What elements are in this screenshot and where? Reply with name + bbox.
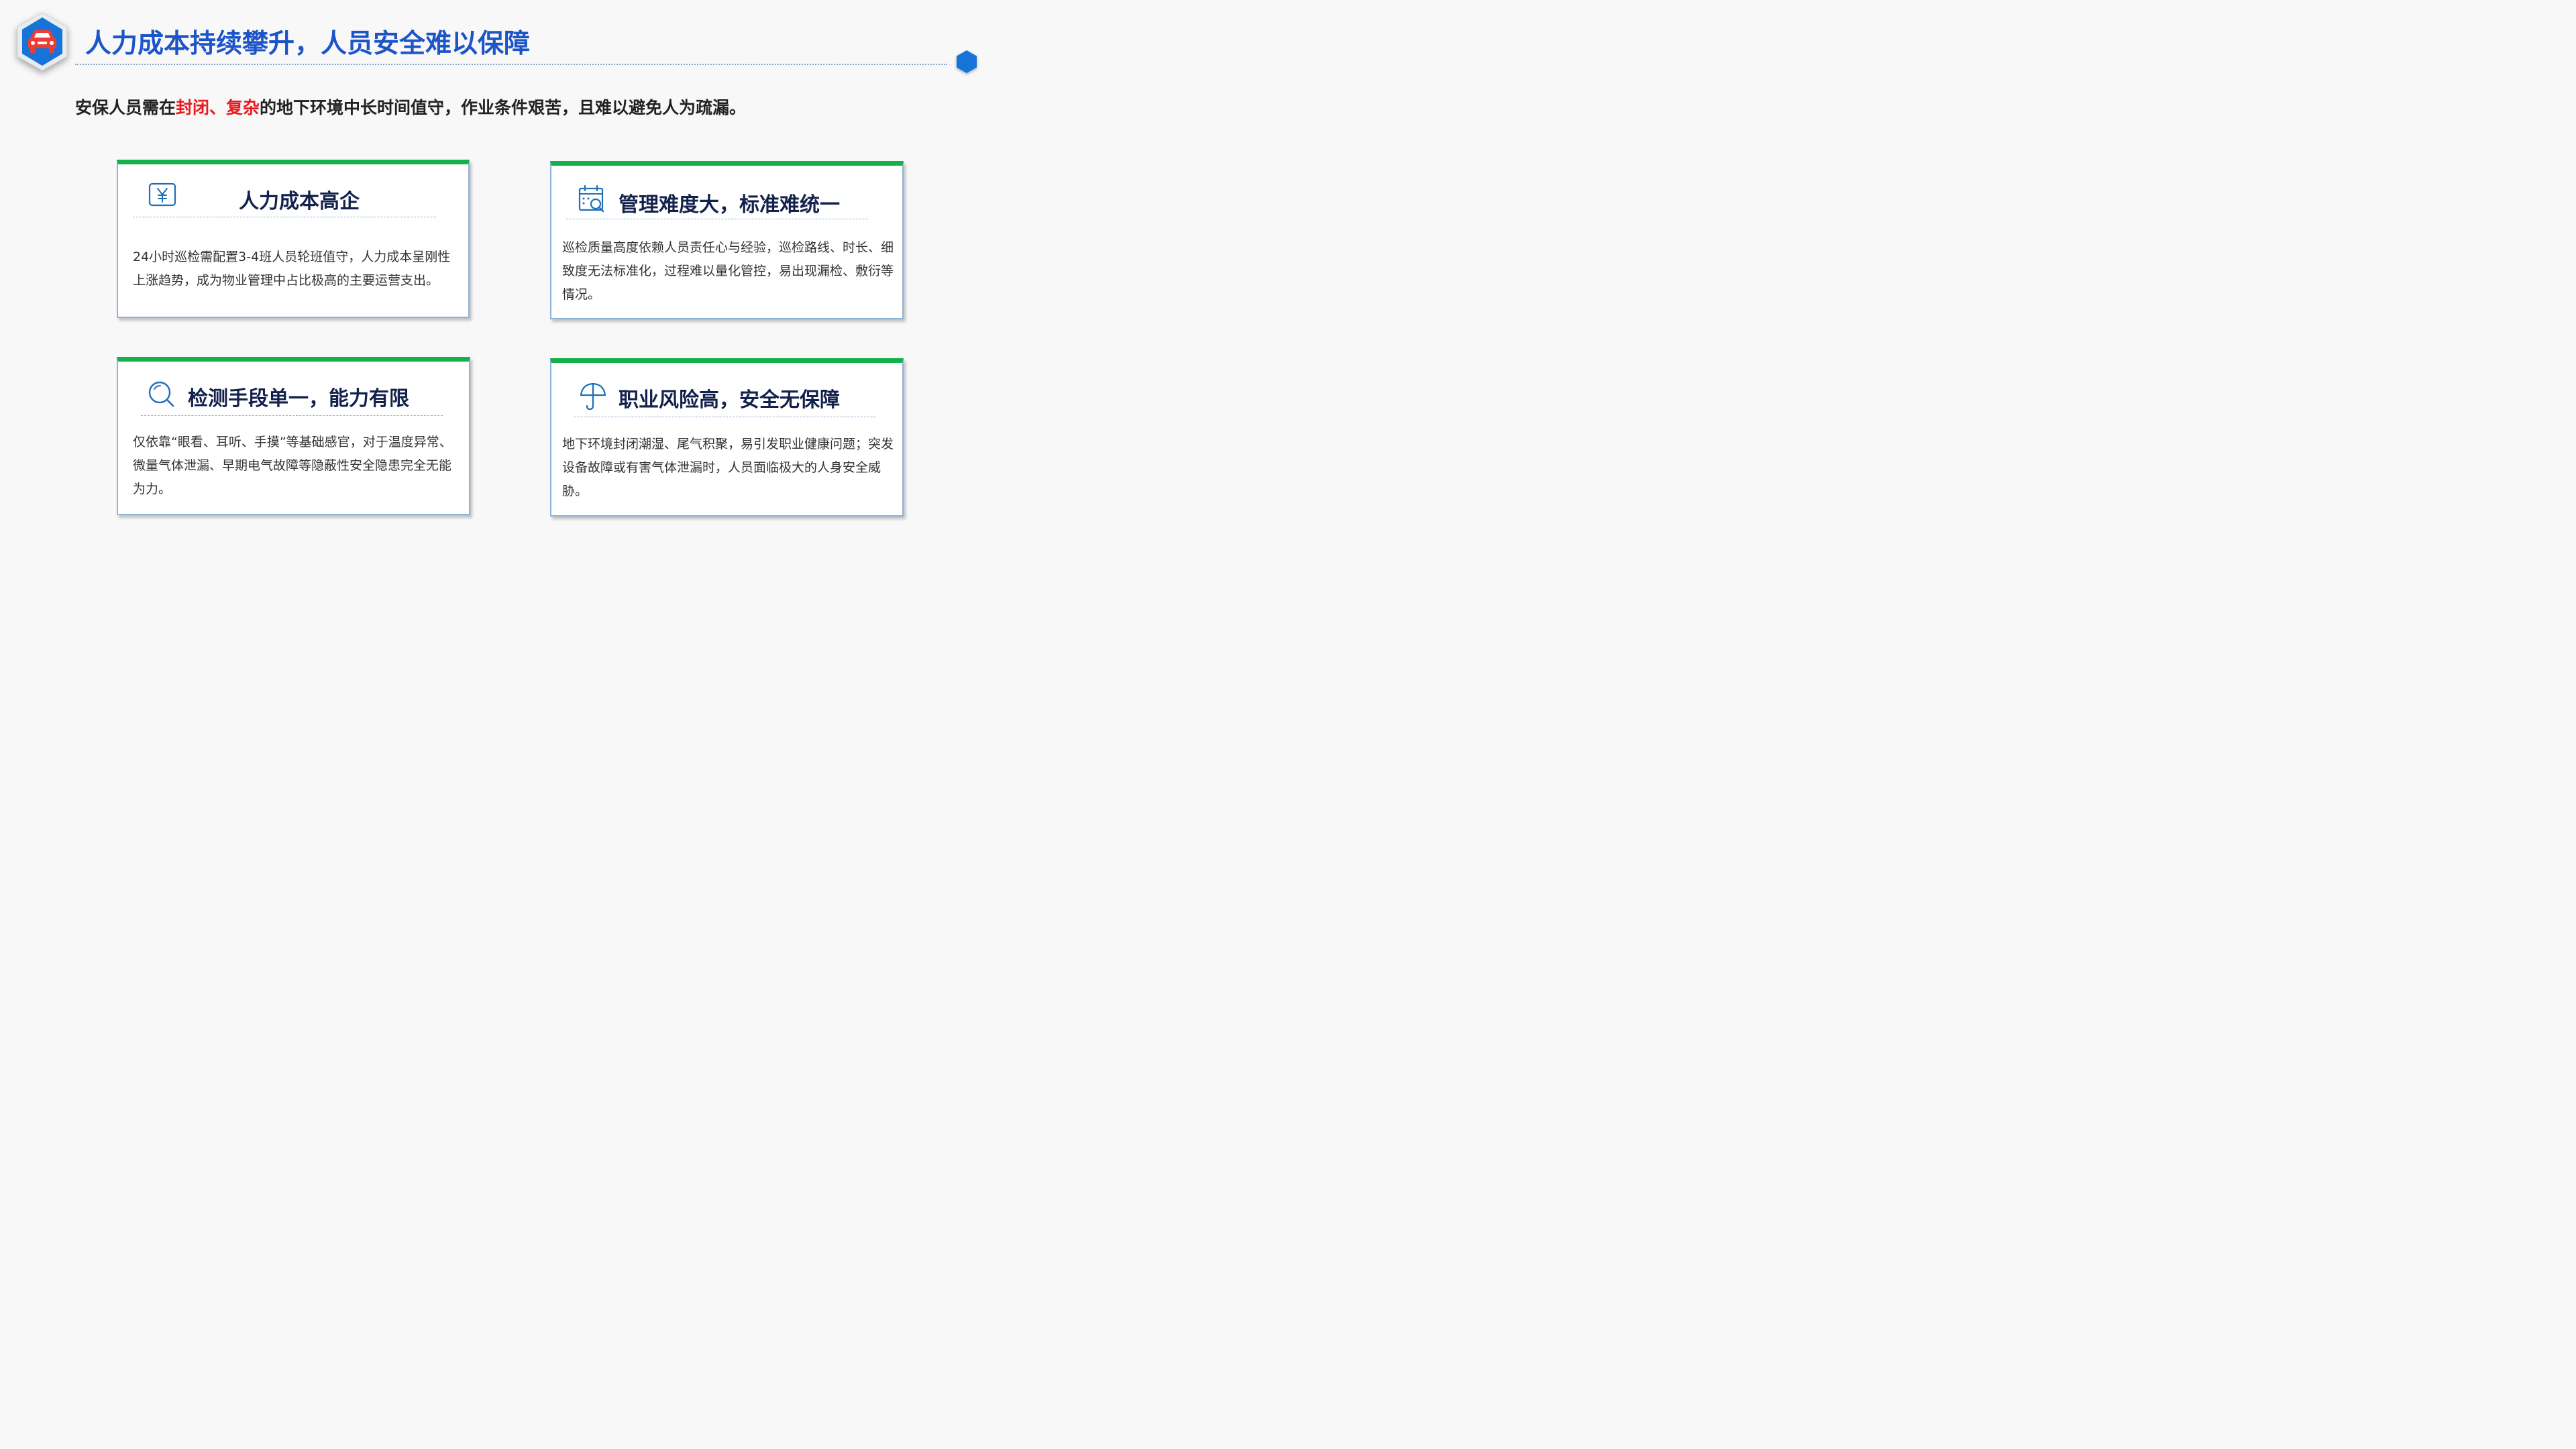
card-divider (141, 415, 443, 416)
card-occupational-risk: 职业风险高，安全无保障 地下环境封闭潮湿、尾气积聚，易引发职业健康问题；突发设备… (550, 358, 904, 517)
yuan-icon (148, 182, 177, 211)
card-body: 24小时巡检需配置3-4班人员轮班值守，人力成本呈刚性上涨趋势，成为物业管理中占… (133, 250, 451, 288)
decorative-hexagon (955, 50, 978, 74)
hexagon-icon (957, 50, 977, 73)
car-icon (17, 12, 68, 71)
card-title: 人力成本高企 (239, 190, 360, 213)
card-body: 巡检质量高度依赖人员责任心与经验，巡检路线、时长、细致度无法标准化，过程难以量化… (562, 240, 894, 302)
subtitle-text-end: 的地下环境中长时间值守，作业条件艰苦，且难以避免人为疏漏。 (260, 98, 747, 117)
card-management-difficulty: 管理难度大，标准难统一 巡检质量高度依赖人员责任心与经验，巡检路线、时长、细致度… (550, 161, 904, 319)
card-title: 管理难度大，标准难统一 (619, 193, 840, 217)
calendar-search-icon (577, 183, 608, 217)
subtitle-text-start: 安保人员需在 (75, 98, 176, 117)
card-title: 职业风险高，安全无保障 (619, 388, 840, 412)
card-title: 检测手段单一，能力有限 (188, 387, 409, 411)
subtitle-highlight: 封闭、复杂 (176, 98, 260, 117)
umbrella-icon (578, 380, 608, 414)
card-detection-limited: 检测手段单一，能力有限 仅依靠“眼看、耳听、手摸”等基础感官，对于温度异常、微量… (117, 357, 470, 515)
card-body: 地下环境封闭潮湿、尾气积聚，易引发职业健康问题；突发设备故障或有害气体泄漏时，人… (562, 437, 894, 498)
logo-badge (15, 11, 69, 72)
title-divider (75, 64, 947, 65)
page-subtitle: 安保人员需在封闭、复杂的地下环境中长时间值守，作业条件艰苦，且难以避免人为疏漏。 (75, 95, 746, 119)
search-icon (146, 379, 177, 413)
card-body: 仅依靠“眼看、耳听、手摸”等基础感官，对于温度异常、微量气体泄漏、早期电气故障等… (133, 435, 452, 496)
page-title: 人力成本持续攀升，人员安全难以保障 (85, 29, 531, 59)
card-labor-cost: 人力成本高企 24小时巡检需配置3-4班人员轮班值守，人力成本呈刚性上涨趋势，成… (117, 160, 470, 318)
